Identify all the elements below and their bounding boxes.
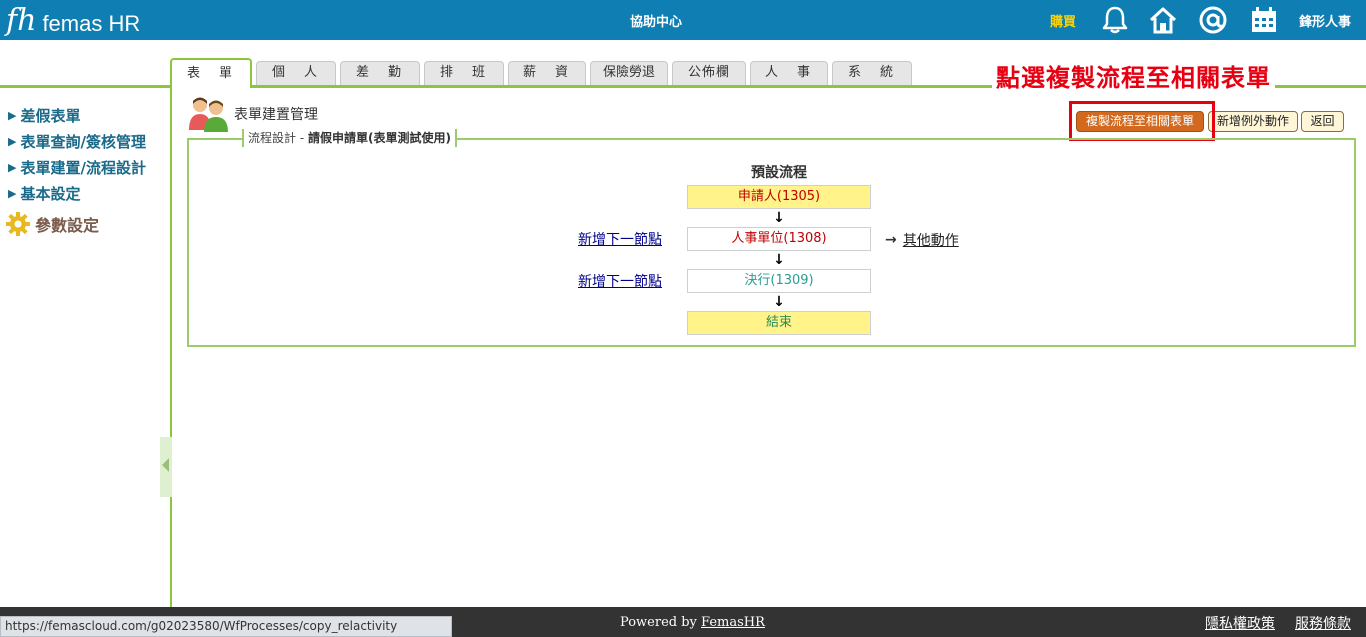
page-title: 表單建置管理 bbox=[234, 107, 318, 123]
privacy-policy-link[interactable]: 隱私權政策 bbox=[1205, 613, 1275, 633]
powered-by: Powered by FemasHR bbox=[620, 615, 765, 630]
sidebar-item-parameters[interactable]: 參數設定 bbox=[6, 212, 99, 236]
tab-scheduling[interactable]: 排 班 bbox=[424, 61, 504, 85]
gear-icon bbox=[6, 212, 30, 236]
terms-of-service-link[interactable]: 服務條款 bbox=[1295, 613, 1351, 633]
sidebar-item-label: 差假表單 bbox=[20, 107, 81, 125]
flow-node-applicant[interactable]: 申請人(1305) bbox=[687, 185, 871, 209]
arrow-right-icon: → bbox=[885, 232, 897, 248]
legend-form-name: 請假申請單(表單測試使用) bbox=[307, 131, 451, 145]
logo-text: femas HR bbox=[42, 11, 141, 36]
triangle-right-icon: ▶ bbox=[8, 161, 17, 174]
arrow-down-icon: ↓ bbox=[773, 210, 785, 226]
tab-system[interactable]: 系 統 bbox=[832, 61, 912, 85]
collapse-arrow-icon bbox=[162, 458, 169, 472]
flow-node-approval[interactable]: 決行(1309) bbox=[687, 269, 871, 293]
back-button[interactable]: 返回 bbox=[1301, 111, 1344, 132]
flow-node-end: 結束 bbox=[687, 311, 871, 335]
tab-forms[interactable]: 表 單 bbox=[170, 58, 252, 88]
calendar-icon[interactable] bbox=[1249, 5, 1279, 35]
flow-design-legend: 流程設計 - 請假申請單(表單測試使用) bbox=[242, 129, 457, 147]
home-icon[interactable] bbox=[1148, 5, 1178, 35]
legend-prefix: 流程設計 - bbox=[248, 131, 308, 145]
bell-icon[interactable] bbox=[1100, 5, 1130, 35]
sidebar-param-label: 參數設定 bbox=[35, 216, 100, 235]
powered-prefix: Powered by bbox=[620, 615, 702, 630]
other-action[interactable]: → 其他動作 bbox=[885, 230, 959, 250]
annotation-banner: 點選複製流程至相關表單 bbox=[992, 58, 1275, 93]
buy-link[interactable]: 購買 bbox=[1050, 11, 1076, 30]
arrow-down-icon: ↓ bbox=[773, 252, 785, 268]
sidebar-item-label: 表單建置/流程設計 bbox=[20, 159, 146, 177]
sidebar-item-basic-settings[interactable]: ▶ 基本設定 bbox=[8, 183, 80, 204]
tab-payroll[interactable]: 薪 資 bbox=[508, 61, 586, 85]
sidebar-item-form-builder[interactable]: ▶ 表單建置/流程設計 bbox=[8, 157, 146, 178]
company-name[interactable]: 鋒形人事 bbox=[1299, 11, 1351, 30]
highlight-box bbox=[1069, 101, 1215, 141]
top-bar: fh femas HR 協助中心 購買 鋒形人事 bbox=[0, 0, 1366, 40]
triangle-right-icon: ▶ bbox=[8, 109, 17, 122]
tab-insurance[interactable]: 保險勞退 bbox=[590, 61, 668, 85]
users-icon bbox=[189, 97, 228, 132]
sidebar-item-form-query[interactable]: ▶ 表單查詢/簽核管理 bbox=[8, 131, 146, 152]
status-bar-url: https://femascloud.com/g02023580/WfProce… bbox=[0, 616, 452, 637]
tab-personal[interactable]: 個 人 bbox=[256, 61, 336, 85]
arrow-down-icon: ↓ bbox=[773, 294, 785, 310]
page-header: 表單建置管理 bbox=[188, 96, 318, 132]
femas-logo[interactable]: fh femas HR bbox=[6, 3, 141, 38]
flow-title: 預設流程 bbox=[751, 165, 807, 181]
sidebar-item-label: 基本設定 bbox=[20, 185, 81, 203]
help-center-link[interactable]: 協助中心 bbox=[600, 11, 712, 30]
add-next-node-link[interactable]: 新增下一節點 bbox=[578, 229, 662, 249]
sidebar-item-label: 表單查詢/簽核管理 bbox=[20, 133, 146, 151]
triangle-right-icon: ▶ bbox=[8, 135, 17, 148]
tab-bulletin[interactable]: 公佈欄 bbox=[672, 61, 746, 85]
sidebar: ▶ 差假表單 ▶ 表單查詢/簽核管理 ▶ 表單建置/流程設計 ▶ 基本設定 參數… bbox=[0, 88, 172, 607]
femashr-link[interactable]: FemasHR bbox=[701, 615, 765, 630]
tab-attendance[interactable]: 差 勤 bbox=[340, 61, 420, 85]
logo-mark: fh bbox=[6, 3, 37, 38]
other-action-link[interactable]: 其他動作 bbox=[903, 230, 959, 250]
add-next-node-link[interactable]: 新增下一節點 bbox=[578, 271, 662, 291]
at-icon[interactable] bbox=[1198, 5, 1228, 35]
flow-node-hr-unit[interactable]: 人事單位(1308) bbox=[687, 227, 871, 251]
add-exception-button[interactable]: 新增例外動作 bbox=[1208, 111, 1298, 132]
sidebar-item-leave-forms[interactable]: ▶ 差假表單 bbox=[8, 105, 80, 126]
tab-hr[interactable]: 人 事 bbox=[750, 61, 828, 85]
triangle-right-icon: ▶ bbox=[8, 187, 17, 200]
